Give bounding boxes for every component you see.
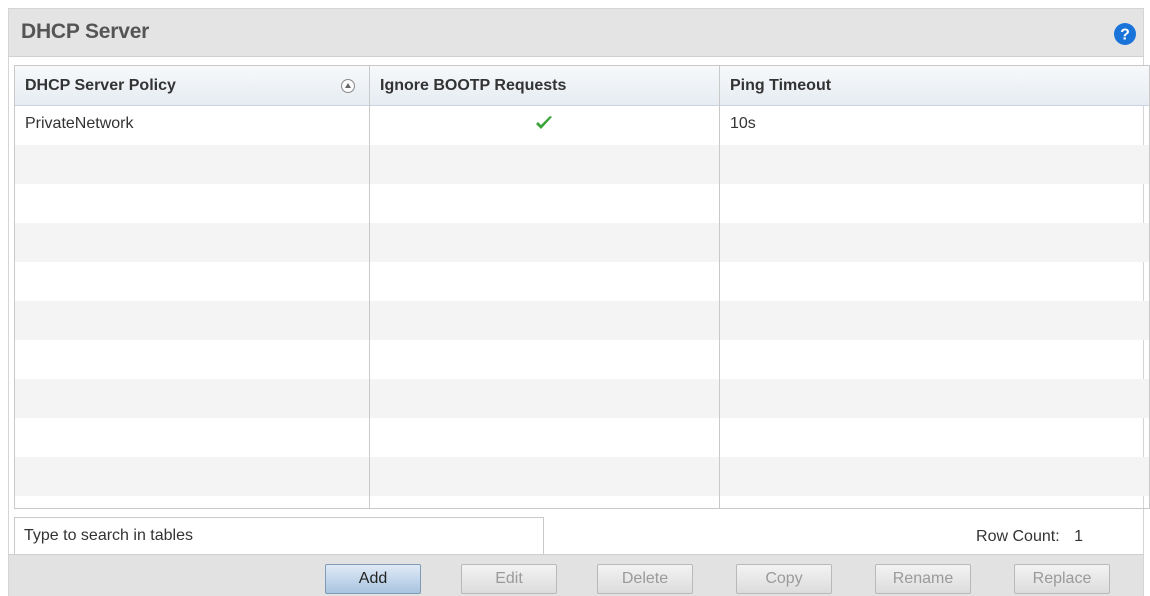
action-bar: Add Edit Delete Copy Rename Replace [9, 554, 1143, 596]
sort-ascending-icon[interactable] [341, 79, 355, 93]
table-row [15, 379, 1149, 418]
column-header-ping-timeout[interactable]: Ping Timeout [720, 66, 1149, 106]
table-header: DHCP Server Policy Ignore BOOTP Requests… [15, 66, 1149, 106]
row-count-value: 1 [1074, 528, 1083, 545]
table-body: PrivateNetwork 10s [15, 106, 1149, 496]
row-count-label: Row Count: [976, 528, 1060, 545]
svg-text:?: ? [1120, 27, 1130, 44]
table-row [15, 457, 1149, 496]
replace-button[interactable]: Replace [1014, 564, 1110, 594]
cell-policy-name: PrivateNetwork [25, 115, 134, 132]
checkmark-icon [536, 116, 552, 129]
column-header-policy[interactable]: DHCP Server Policy [15, 66, 369, 106]
table-row [15, 223, 1149, 262]
dhcp-server-panel: DHCP Server ? DHCP Server Policy Ignore … [8, 8, 1150, 596]
table-row [15, 418, 1149, 457]
column-divider [369, 66, 370, 508]
column-header-ignore-bootp-label: Ignore BOOTP Requests [380, 77, 567, 94]
rename-button[interactable]: Rename [875, 564, 971, 594]
search-input[interactable] [14, 517, 544, 555]
panel-title: DHCP Server [21, 20, 150, 43]
panel-header: DHCP Server ? [9, 9, 1143, 57]
table-row [15, 301, 1149, 340]
copy-button[interactable]: Copy [736, 564, 832, 594]
cell-ping-timeout: 10s [730, 115, 756, 132]
edit-button[interactable]: Edit [461, 564, 557, 594]
row-count: Row Count: 1 [976, 528, 1083, 546]
table-row[interactable]: PrivateNetwork 10s [15, 106, 1149, 145]
column-header-ignore-bootp[interactable]: Ignore BOOTP Requests [370, 66, 719, 106]
dhcp-policy-table: DHCP Server Policy Ignore BOOTP Requests… [14, 65, 1150, 509]
table-row [15, 184, 1149, 223]
column-header-policy-label: DHCP Server Policy [25, 77, 176, 94]
table-row [15, 262, 1149, 301]
help-icon[interactable]: ? [1113, 22, 1137, 46]
delete-button[interactable]: Delete [597, 564, 693, 594]
add-button[interactable]: Add [325, 564, 421, 594]
table-row [15, 340, 1149, 379]
column-divider [719, 66, 720, 508]
table-row [15, 145, 1149, 184]
column-header-ping-timeout-label: Ping Timeout [730, 77, 832, 94]
